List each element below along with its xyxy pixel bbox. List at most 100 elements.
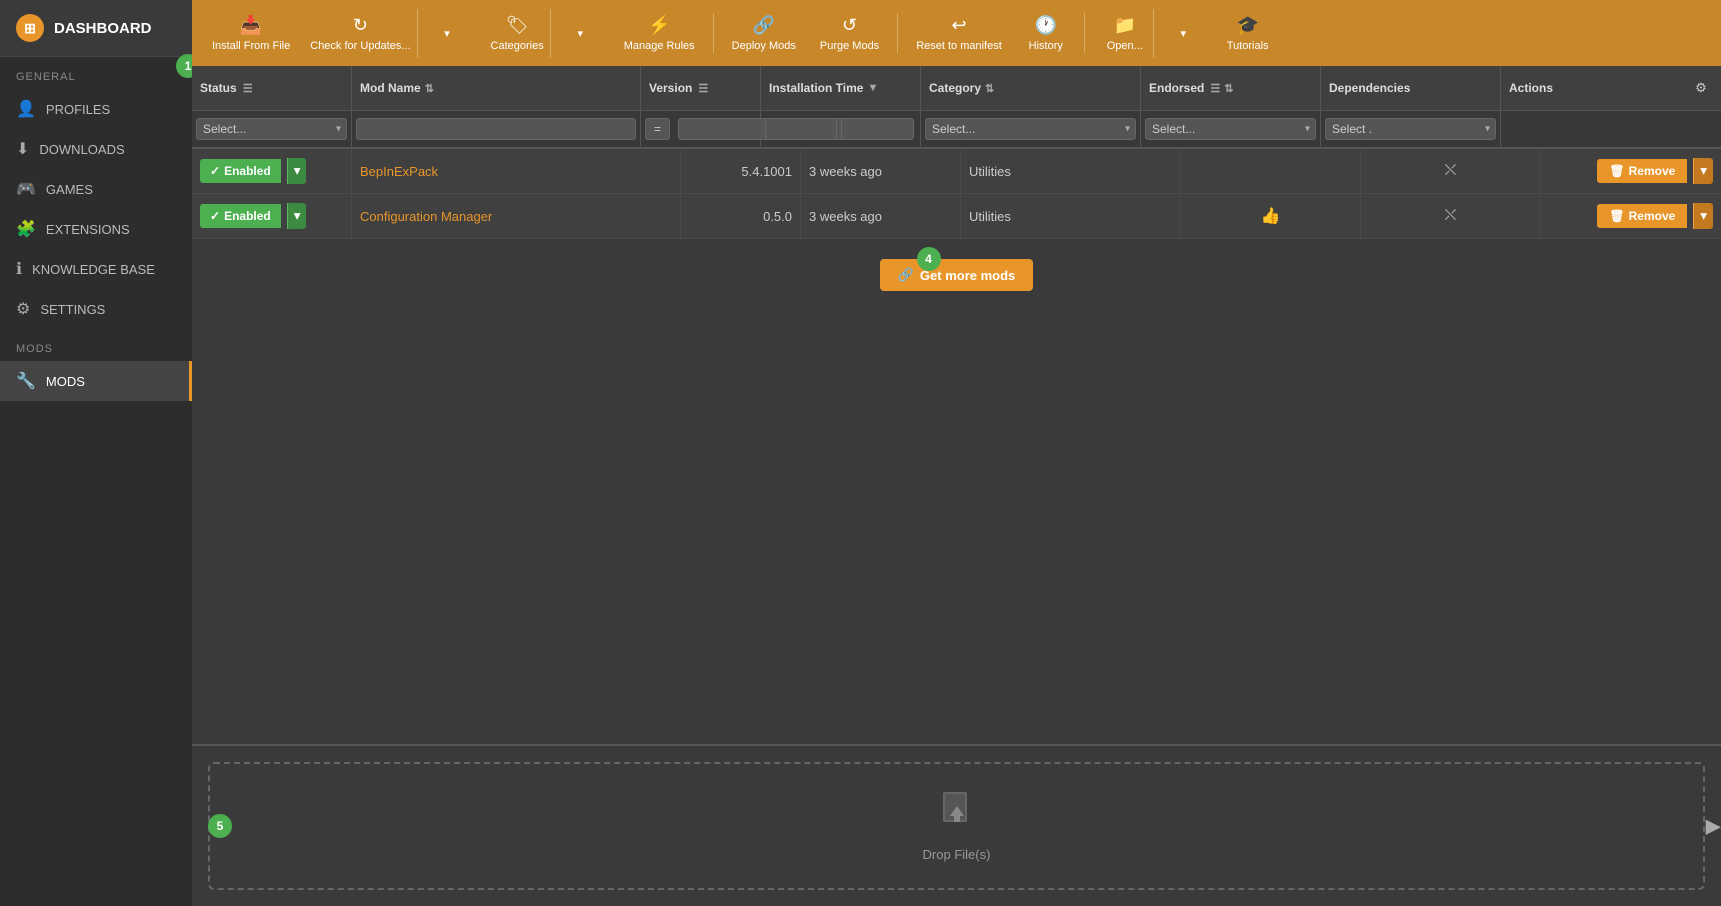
modname-col-label[interactable]: Mod Name ⇅	[360, 81, 434, 95]
status-col-label: Status ☰	[200, 81, 253, 95]
deps-filter-select[interactable]: Select .	[1325, 118, 1496, 140]
row1-remove-button[interactable]: 🗑 Remove	[1597, 159, 1687, 183]
endorsed-sort-icon[interactable]: ⇅	[1224, 82, 1233, 95]
install-col-label[interactable]: Installation Time ▼	[769, 81, 878, 95]
row2-deps-cell: ⛌	[1361, 194, 1541, 238]
sidebar-label-settings: SETTINGS	[40, 302, 105, 317]
filter-cell-install	[761, 111, 921, 147]
version-eq-button[interactable]: =	[645, 118, 670, 140]
row1-enabled-dropdown[interactable]: ▾	[287, 158, 307, 184]
general-section-label: GENERAL	[0, 57, 192, 89]
purge-mods-icon: ↺	[842, 15, 857, 36]
col-header-version: Version ☰	[641, 66, 761, 110]
check-updates-btn-group[interactable]: ↻ Check for Updates... ▾	[300, 9, 476, 58]
endorsed-col-label[interactable]: Endorsed ☰ ⇅	[1149, 81, 1233, 95]
sidebar-label-profiles: PROFILES	[46, 102, 110, 117]
history-icon: 🕐	[1035, 15, 1057, 36]
version-filter-icon[interactable]: ☰	[698, 82, 708, 95]
sidebar-item-extensions[interactable]: 🧩 EXTENSIONS	[0, 209, 192, 249]
history-label: History	[1029, 40, 1063, 52]
endorsed-filter-select[interactable]: Select...	[1145, 118, 1316, 140]
modname-filter-input[interactable]	[356, 118, 636, 140]
sidebar-label-downloads: DOWNLOADS	[39, 142, 124, 157]
get-more-icon: 🔗	[898, 267, 914, 283]
manage-rules-icon: ⚡	[648, 15, 670, 36]
col-header-category: Category ⇅	[921, 66, 1141, 110]
dashboard-icon: ⊞	[16, 14, 44, 42]
get-more-mods-area: 4 🔗 Get more mods	[192, 239, 1721, 311]
drop-file-icon	[937, 790, 977, 837]
install-sort-icon[interactable]: ▼	[867, 82, 878, 94]
row2-version: 0.5.0	[763, 209, 792, 224]
row2-checkmark-icon: ✓	[210, 209, 220, 223]
deps-col-label: Dependencies	[1329, 81, 1410, 95]
drop-zone[interactable]: 5 Drop File(s) ▶	[192, 746, 1721, 906]
tutorials-button[interactable]: 🎓 Tutorials	[1217, 9, 1279, 58]
row2-remove-dropdown[interactable]: ▾	[1693, 203, 1713, 229]
row1-install-cell: 3 weeks ago	[801, 149, 961, 193]
row2-remove-label: Remove	[1629, 209, 1676, 223]
categories-dropdown[interactable]: ▾	[550, 9, 610, 58]
row2-endorsed-cell: 👍	[1181, 194, 1361, 238]
categories-btn-group[interactable]: 🏷 Categories ▾	[481, 9, 610, 58]
sidebar-item-knowledge-base[interactable]: ℹ KNOWLEDGE BASE	[0, 249, 192, 289]
get-more-mods-button[interactable]: 🔗 Get more mods	[880, 259, 1034, 291]
sidebar-item-mods[interactable]: 🔧 MODS	[0, 361, 192, 401]
row2-enabled-button[interactable]: ✓ Enabled	[200, 204, 281, 228]
modname-sort-icon[interactable]: ⇅	[425, 82, 434, 95]
drop-right-arrow: ▶	[1706, 814, 1721, 839]
row1-modname-cell[interactable]: BepInExPack	[352, 149, 681, 193]
history-button[interactable]: 🕐 History	[1016, 9, 1076, 58]
toolbar-divider-1	[713, 13, 714, 53]
step-5-indicator: 5	[208, 814, 232, 838]
filter-cell-version: =	[641, 111, 761, 147]
extensions-icon: 🧩	[16, 219, 36, 239]
categories-button[interactable]: 🏷 Categories	[481, 9, 550, 58]
install-max-filter[interactable]	[841, 118, 913, 140]
purge-mods-button[interactable]: ↺ Purge Mods	[810, 9, 889, 58]
row1-deps-icon[interactable]: ⛌	[1445, 162, 1457, 180]
sidebar-item-settings[interactable]: ⚙ SETTINGS	[0, 289, 192, 329]
install-from-file-button[interactable]: 📥 Install From File	[202, 9, 296, 58]
row2-enabled-label: Enabled	[224, 209, 271, 223]
row1-category-cell: Utilities	[961, 149, 1181, 193]
deploy-mods-button[interactable]: 🔗 Deploy Mods	[722, 9, 806, 58]
install-from-file-label: Install From File	[212, 40, 290, 52]
settings-gear-icon[interactable]: ⚙	[1695, 80, 1707, 96]
open-dropdown[interactable]: ▾	[1153, 9, 1213, 58]
check-updates-dropdown[interactable]: ▾	[417, 9, 477, 58]
install-from-file-btn-group[interactable]: 📥 Install From File	[202, 9, 296, 58]
open-button[interactable]: 📁 Open...	[1093, 9, 1153, 58]
endorsed-filter-icon[interactable]: ☰	[1210, 82, 1220, 95]
mods-area: Status ☰ Mod Name ⇅ Version ☰ Installati…	[192, 66, 1721, 746]
category-filter-select[interactable]: Select...	[925, 118, 1136, 140]
row2-deps-icon[interactable]: ⛌	[1445, 207, 1457, 225]
row1-enabled-button[interactable]: ✓ Enabled	[200, 159, 281, 183]
row2-remove-button[interactable]: 🗑 Remove	[1597, 204, 1687, 228]
drop-box[interactable]: Drop File(s)	[208, 762, 1705, 890]
category-col-label[interactable]: Category ⇅	[929, 81, 994, 95]
open-btn-group[interactable]: 📁 Open... ▾	[1093, 9, 1213, 58]
categories-label: Categories	[491, 40, 544, 52]
sidebar-item-downloads[interactable]: ⬇ DOWNLOADS	[0, 129, 192, 169]
row2-install-cell: 3 weeks ago	[801, 194, 961, 238]
manage-rules-button[interactable]: ⚡ Manage Rules	[614, 9, 705, 58]
row2-enabled-dropdown[interactable]: ▾	[287, 203, 307, 229]
category-sort-icon[interactable]: ⇅	[985, 82, 994, 95]
open-label: Open...	[1107, 40, 1143, 52]
status-filter-select[interactable]: Select...	[196, 118, 347, 140]
sidebar-item-games[interactable]: 🎮 GAMES	[0, 169, 192, 209]
filter-cell-deps: Select .	[1321, 111, 1501, 147]
row1-remove-dropdown[interactable]: ▾	[1693, 158, 1713, 184]
row2-modname-cell[interactable]: Configuration Manager	[352, 194, 681, 238]
col-header-status: Status ☰	[192, 66, 352, 110]
sidebar-item-profiles[interactable]: 👤 PROFILES	[0, 89, 192, 129]
col-header-settings[interactable]: ⚙	[1681, 66, 1721, 110]
col-header-install: Installation Time ▼	[761, 66, 921, 110]
row1-version-cell: 5.4.1001	[681, 149, 801, 193]
check-updates-button[interactable]: ↻ Check for Updates...	[300, 9, 416, 58]
install-min-filter[interactable]	[765, 118, 837, 140]
status-filter-icon[interactable]: ☰	[243, 82, 253, 95]
reset-manifest-button[interactable]: ↩ Reset to manifest	[906, 9, 1012, 58]
row2-thumbs-up-icon[interactable]: 👍	[1261, 206, 1281, 226]
